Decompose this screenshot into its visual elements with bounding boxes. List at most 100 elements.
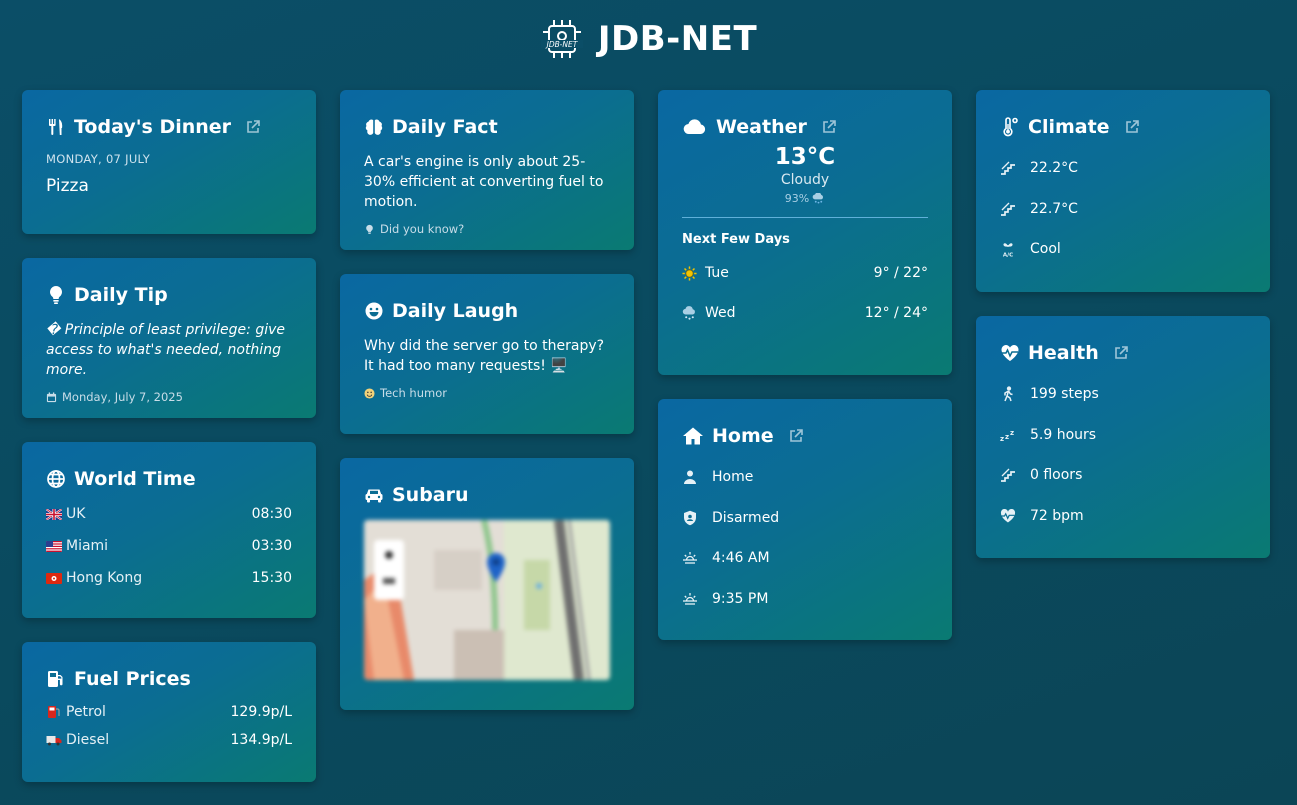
forecast-range: 9° / 22°	[873, 265, 928, 281]
world-time-card: World Time UK 08:30 Miami 03:30 Hong Kon…	[22, 442, 316, 618]
home-item-label: 4:46 AM	[712, 550, 770, 567]
health-value: 5.9 hours	[1030, 426, 1097, 443]
weather-card: Weather 13°C Cloudy 93% Next Few Days Tu…	[658, 90, 952, 375]
brain-icon	[365, 119, 383, 135]
forecast-title: Next Few Days	[682, 232, 790, 247]
health-row: 72 bpm	[1000, 496, 1246, 537]
person-icon	[684, 470, 696, 485]
chip-logo-icon: JDB-NET	[540, 20, 583, 58]
forecast-day: Wed	[705, 305, 736, 321]
forecast-row: Wed 12° / 24°	[682, 293, 928, 333]
health-card: Health 199 steps zzz 5.9 hours 0 floors …	[976, 316, 1270, 558]
laugh-title: Daily Laugh	[392, 300, 519, 322]
fact-text: A car's engine is only about 25-30% effi…	[364, 154, 604, 210]
fuel-title: Fuel Prices	[74, 668, 191, 690]
fuel-card: Fuel Prices Petrol 129.9p/L Diesel 134.9…	[22, 642, 316, 782]
sun-icon	[682, 265, 697, 281]
cloud-icon	[683, 119, 706, 135]
home-presence: Home	[682, 457, 928, 498]
external-link-icon[interactable]	[245, 119, 261, 135]
thermometer-icon	[1003, 117, 1018, 137]
svg-text:z: z	[1000, 435, 1004, 443]
climate-row: A/C Cool	[1000, 229, 1246, 270]
laugh-text: Why did the server go to therapy? It had…	[364, 338, 605, 374]
gas-pump-icon	[48, 671, 63, 687]
lightbulb-icon	[50, 286, 62, 304]
external-link-icon[interactable]	[788, 428, 804, 444]
fuel-label: Petrol	[66, 704, 106, 720]
heartbeat-icon	[1001, 345, 1019, 361]
dinner-title: Today's Dinner	[74, 116, 232, 138]
site-title: JDB-NET	[597, 19, 758, 59]
sleep-icon: zzz	[1000, 429, 1014, 443]
weather-divider	[682, 217, 928, 218]
svg-text:z: z	[1010, 429, 1014, 437]
health-value: 72 bpm	[1030, 507, 1084, 524]
header: JDB-NET JDB-NET	[0, 14, 1297, 64]
tip-card: Daily Tip � Principle of least privilege…	[22, 258, 316, 418]
home-alarm: Disarmed	[682, 498, 928, 539]
hk-flag-icon	[46, 572, 62, 584]
time-city: Hong Kong	[66, 570, 143, 586]
climate-value: 22.7°C	[1030, 200, 1078, 217]
truck-icon	[46, 736, 62, 746]
laugh-footer: Tech humor	[364, 386, 610, 400]
climate-row: 22.2°C	[1000, 148, 1246, 189]
laughing-face-icon	[365, 302, 383, 320]
climate-card: Climate 22.2°C 22.7°C A/C Cool	[976, 90, 1270, 292]
map-image	[364, 520, 610, 680]
climate-title: Climate	[1028, 116, 1110, 138]
humidity: 93%	[682, 192, 928, 205]
external-link-icon[interactable]	[1113, 345, 1129, 361]
stairs-icon	[1001, 161, 1015, 176]
stairs-icon	[1001, 468, 1015, 483]
utensils-icon	[49, 119, 63, 135]
humidity-value: 93%	[784, 192, 810, 205]
fact-footer: Did you know?	[364, 222, 610, 236]
tip-text: � Principle of least privilege: give acc…	[46, 322, 286, 378]
dinner-card: Today's Dinner MONDAY, 07 JULY Pizza	[22, 90, 316, 234]
external-link-icon[interactable]	[821, 119, 837, 135]
car-icon	[365, 489, 383, 503]
house-icon	[683, 427, 703, 445]
fact-footer-text: Did you know?	[380, 222, 465, 236]
home-item-label: 9:35 PM	[712, 590, 769, 607]
fuel-pump-icon	[48, 706, 60, 718]
forecast-range: 12° / 24°	[864, 305, 928, 321]
lightbulb-small-icon	[366, 224, 373, 234]
weather-title: Weather	[716, 116, 807, 138]
forecast-day: Tue	[705, 265, 729, 281]
time-value: 08:30	[251, 506, 292, 522]
car-location-map[interactable]	[364, 520, 610, 680]
weather-current: 13°C Cloudy 93%	[682, 144, 928, 205]
svg-text:z: z	[1005, 433, 1009, 441]
globe-icon	[47, 470, 65, 488]
external-link-icon[interactable]	[1124, 119, 1140, 135]
time-value: 03:30	[251, 538, 292, 554]
time-row-hong-kong: Hong Kong 15:30	[46, 562, 292, 594]
fuel-price: 134.9p/L	[230, 732, 292, 748]
sunrise-icon	[683, 552, 697, 564]
fact-title: Daily Fact	[392, 116, 498, 138]
fact-card: Daily Fact A car's engine is only about …	[340, 90, 634, 250]
laugh-card: Daily Laugh Why did the server go to the…	[340, 274, 634, 434]
time-row-miami: Miami 03:30	[46, 530, 292, 562]
dinner-meal: Pizza	[46, 176, 89, 196]
home-item-label: Home	[712, 469, 754, 486]
health-row: 0 floors	[1000, 455, 1246, 496]
dinner-date: MONDAY, 07 JULY	[46, 152, 151, 166]
climate-value: 22.2°C	[1030, 160, 1078, 177]
svg-text:JDB-NET: JDB-NET	[545, 40, 579, 49]
us-flag-icon	[46, 540, 62, 552]
time-city: UK	[66, 506, 86, 522]
health-title: Health	[1028, 342, 1099, 364]
snow-cloud-icon	[682, 305, 695, 320]
home-item-label: Disarmed	[712, 509, 780, 526]
stairs-icon	[1001, 202, 1015, 216]
time-city: Miami	[66, 538, 109, 554]
forecast-row: Tue 9° / 22°	[682, 253, 928, 293]
fuel-row-petrol: Petrol 129.9p/L	[46, 698, 292, 726]
heart-pulse-icon	[1000, 508, 1016, 523]
health-row: 199 steps	[1000, 374, 1246, 415]
sunset-icon	[683, 592, 697, 605]
